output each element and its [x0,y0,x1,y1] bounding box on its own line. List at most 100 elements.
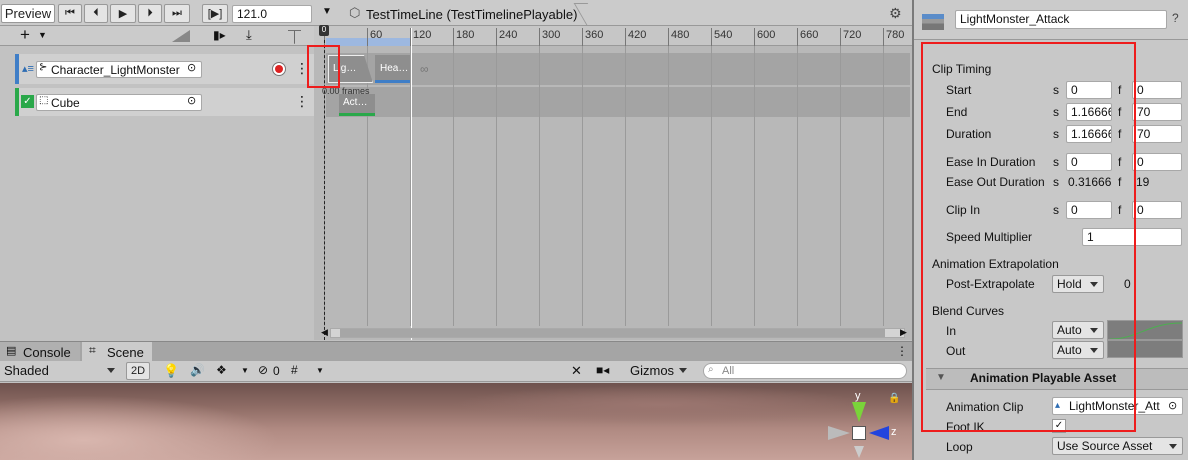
frames-field[interactable]: 70 [1132,103,1182,121]
2d-toggle[interactable]: 2D [126,362,150,380]
grid-line [539,46,540,326]
ruler-tick-mark [625,28,626,46]
ruler-tick-label: 540 [714,29,733,41]
grid-line [453,46,454,326]
grid-line [754,46,755,326]
breadcrumb[interactable]: TestTimeLine (TestTimelinePlayable) [366,7,577,22]
gizmos-dropdown[interactable]: Gizmos [626,362,692,380]
object-picker-icon[interactable]: ⊙ [187,61,196,74]
lock-icon[interactable]: 🔒 [888,393,900,404]
loop-label: Loop [946,440,973,454]
gizmo-y-axis[interactable] [852,402,866,422]
gizmo-center-cube[interactable] [852,426,866,440]
clip-label: Hea… [380,63,409,74]
clip-label: Act… [343,97,368,108]
scroll-left-icon[interactable]: ◀ [321,327,328,338]
grid-line [797,46,798,326]
grid-line [625,46,626,326]
ruler-tick-label: 660 [800,29,819,41]
camera-icon[interactable]: ■◂ [596,363,609,377]
ruler-tick-mark [754,28,755,46]
frames-field[interactable]: 0 [1132,201,1182,219]
chevron-down-icon[interactable]: ▼ [38,30,47,40]
gizmo-x-axis[interactable] [828,426,850,440]
tools-icon[interactable]: ✕ [571,363,582,379]
ruler-tick-label: 300 [542,29,561,41]
activation-checkbox[interactable]: ✓ [21,95,34,108]
gizmo-z-axis[interactable] [869,426,889,440]
object-picker-icon[interactable]: ⊙ [1168,399,1177,412]
animation-track-icon: ▴≡ [22,63,34,75]
toolbar-dropdown-icon[interactable]: ▼ [322,6,332,17]
filter-icon[interactable] [172,30,190,42]
console-icon: ▤ [6,345,17,357]
audio-icon[interactable]: 🔊 [190,363,205,377]
asset-name-field[interactable]: LightMonster_Attack [955,10,1167,29]
panel-menu-icon[interactable]: ⋮ [896,344,908,358]
scene-icon: ⌗ [89,343,96,357]
preview-button[interactable]: Preview [1,4,55,23]
highlight-box-inspector [921,42,1136,432]
track-name-cube[interactable]: Cube [36,94,202,111]
ruler-tick-mark [883,28,884,46]
cube-icon: ⬚ [39,95,49,106]
ruler-tick-mark [711,28,712,46]
frames-field[interactable]: 0 [1132,153,1182,171]
animator-icon: ⊱ [39,62,48,73]
gizmo-down-cone[interactable] [854,446,864,458]
frame-field[interactable]: 121.0 [232,5,312,23]
frames-field[interactable]: 0 [1132,81,1182,99]
play-range-button[interactable]: [▶] [202,4,228,23]
tab-scene-label: Scene [107,345,144,360]
lighting-icon[interactable]: 💡 [163,363,179,379]
gear-icon[interactable]: ⚙ [889,5,902,22]
playhead-start-marker[interactable]: 0 [319,25,329,36]
ruler-tick-mark [582,28,583,46]
gizmo-y-label: y [855,390,861,402]
ruler-tick-mark [367,28,368,46]
scroll-right-icon[interactable]: ▶ [900,327,907,338]
ruler-tick-mark [840,28,841,46]
prev-frame-button[interactable]: ⏴ [84,4,108,23]
grid-line [582,46,583,326]
frames-field[interactable]: 70 [1132,125,1182,143]
grid-line [668,46,669,326]
scene-cloud [450,385,870,425]
track-lane-1 [326,53,910,85]
chevron-down-icon[interactable]: ▼ [316,366,324,375]
track-label: Cube [51,96,80,110]
ruler-tick-label: 480 [671,29,690,41]
goto-start-button[interactable]: ⏮ [58,4,82,23]
snap-icon[interactable]: ▮▸ [213,28,226,42]
track-label: Character_LightMonster [51,63,180,77]
ruler-tick-mark [668,28,669,46]
scrollbar-thumb[interactable] [340,329,885,337]
next-frame-button[interactable]: ⏵ [138,4,162,23]
loop-dropdown[interactable]: Use Source Asset [1052,437,1183,455]
record-dot-icon [275,65,283,73]
play-button[interactable]: ▶ [110,4,136,23]
ruler-tick-label: 120 [413,29,432,41]
ruler-tick-label: 240 [499,29,518,41]
ruler-tick-label: 180 [456,29,475,41]
grid-icon[interactable]: # [291,363,298,377]
scene-search-input[interactable]: All [703,363,907,379]
grid-line [883,46,884,326]
add-track-icon[interactable]: + [20,25,30,45]
ruler-tick-label: 600 [757,29,776,41]
track-name-character[interactable]: Character_LightMonster [36,61,202,78]
ripple-icon[interactable]: ⤓ [246,27,252,43]
scene-cloud [0,395,280,460]
track-menu-icon[interactable]: ⋮ [295,93,309,110]
help-icon[interactable]: ? [1172,11,1179,25]
object-picker-icon[interactable]: ⊙ [187,94,196,107]
frames-value: 19 [1136,175,1150,189]
highlight-box-clip [307,45,340,88]
pin-icon[interactable]: ⏉ [288,27,301,46]
chevron-down-icon[interactable]: ▼ [241,366,249,375]
track-lane-2 [326,87,910,117]
shading-dropdown[interactable]: Shaded [0,362,120,380]
goto-end-button[interactable]: ⏭ [164,4,190,23]
hidden-objects-icon[interactable]: ⊘ [258,363,268,377]
effects-icon[interactable]: ❖ [216,363,227,377]
